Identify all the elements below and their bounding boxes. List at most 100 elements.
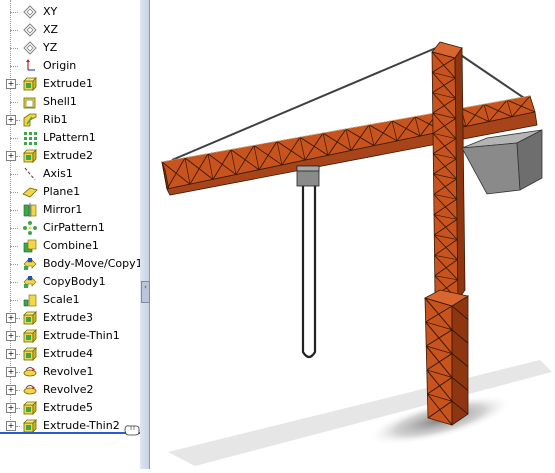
graphics-area[interactable] [150,0,555,469]
expand-toggle[interactable]: + [6,115,16,125]
feature-label: CirPattern1 [43,221,105,234]
feature-item[interactable]: Scale1 [0,291,140,309]
tree-branch-line [10,246,18,247]
feature-item[interactable]: Origin [0,57,140,75]
tree-branch-line [16,372,20,373]
axis-icon [24,167,36,181]
feature-item[interactable]: Mirror1 [0,201,140,219]
plane-icon [23,23,37,37]
scale-icon [23,294,37,307]
tree-branch-line [16,390,20,391]
feature-label: Extrude3 [43,311,94,324]
feature-label: Plane1 [43,185,81,198]
revolve-icon [23,367,37,377]
feature-item[interactable]: LPattern1 [0,129,140,147]
expand-toggle[interactable]: + [6,313,16,323]
feature-item[interactable]: XY [0,3,140,21]
tree-branch-line [10,300,18,301]
revolve-icon [23,385,37,395]
feature-item[interactable]: + Extrude1 [0,75,140,93]
feature-item[interactable]: CopyBody1 [0,273,140,291]
feature-item[interactable]: Shell1 [0,93,140,111]
circular-pattern-icon [23,221,37,235]
feature-item[interactable]: + Revolve1 [0,363,140,381]
tree-branch-line [10,30,18,31]
expand-toggle[interactable]: + [6,331,16,341]
feature-label: LPattern1 [43,131,96,144]
feature-label: Revolve2 [43,383,94,396]
expand-toggle[interactable]: + [6,421,16,431]
mirror-icon [23,203,37,217]
extrude-icon [23,401,37,415]
rib-icon [23,113,37,127]
feature-label: Revolve1 [43,365,94,378]
feature-label: Mirror1 [43,203,83,216]
feature-item[interactable]: + Extrude5 [0,399,140,417]
feature-item[interactable]: Combine1 [0,237,140,255]
feature-item[interactable]: Body-Move/Copy1 [0,255,140,273]
feature-item[interactable]: + Extrude2 [0,147,140,165]
feature-label: Axis1 [43,167,73,180]
shell-icon [23,97,36,109]
origin-icon [26,59,35,71]
plane-icon [23,41,37,55]
crane-mast [431,41,466,302]
feature-label: Extrude1 [43,77,94,90]
tree-branch-line [10,174,18,175]
feature-label: YZ [43,41,58,54]
feature-item[interactable]: + Revolve2 [0,381,140,399]
move-copy-icon [23,276,37,288]
feature-label: Extrude5 [43,401,94,414]
rollback-bar[interactable] [0,425,140,436]
counterweight [461,129,543,195]
panel-splitter[interactable]: ‹ [140,0,150,469]
feature-label: Origin [43,59,77,72]
feature-item[interactable]: + Extrude4 [0,345,140,363]
feature-label: Extrude4 [43,347,94,360]
feature-label: Extrude-Thin1 [43,329,120,342]
collapse-panel-button[interactable]: ‹ [141,281,150,303]
tree-branch-line [16,156,20,157]
feature-item[interactable]: Axis1 [0,165,140,183]
hook-cable [301,186,317,359]
tower-crane-model[interactable] [150,0,555,469]
tree-branch-line [16,354,20,355]
tree-branch-line [16,84,20,85]
tree-branch-line [16,408,20,409]
expand-toggle[interactable]: + [6,403,16,413]
feature-item[interactable]: + Extrude3 [0,309,140,327]
tree-branch-line [16,426,20,427]
feature-item[interactable]: + Extrude-Thin1 [0,327,140,345]
feature-item[interactable]: CirPattern1 [0,219,140,237]
tree-branch-line [10,192,18,193]
tree-branch-line [10,228,18,229]
tree-branch-line [10,282,18,283]
extrude-icon [23,329,37,343]
expand-toggle[interactable]: + [6,151,16,161]
expand-toggle[interactable]: + [6,349,16,359]
feature-item[interactable]: YZ [0,39,140,57]
tree-branch-line [10,102,18,103]
feature-item[interactable]: + Rib1 [0,111,140,129]
tree-branch-line [10,48,18,49]
hook-trolley [296,165,320,187]
move-copy-icon [23,258,37,270]
tree-branch-line [16,318,20,319]
extrude-icon [23,77,37,91]
extrude-icon [23,311,37,325]
feature-label: CopyBody1 [43,275,106,288]
expand-toggle[interactable]: + [6,367,16,377]
tree-branch-line [10,264,18,265]
expand-toggle[interactable]: + [6,79,16,89]
extrude-icon [23,347,37,361]
feature-label: Extrude2 [43,149,94,162]
tree-branch-line [16,120,20,121]
feature-manager-tree: XY XZ YZ Origin + Extrude1 Shell1 + Rib1 LPattern… [0,0,141,469]
expand-toggle[interactable]: + [6,385,16,395]
feature-item[interactable]: XZ [0,21,140,39]
feature-label: Shell1 [43,95,77,108]
feature-label: Scale1 [43,293,80,306]
feature-label: XZ [43,23,59,36]
feature-item[interactable]: Plane1 [0,183,140,201]
combine-icon [23,239,37,253]
